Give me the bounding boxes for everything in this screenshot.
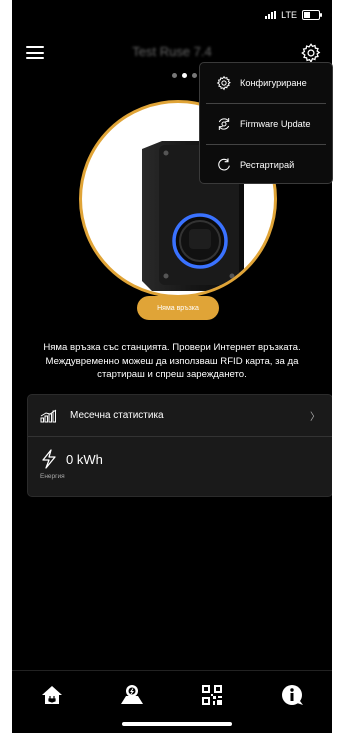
menu-item-restart[interactable]: Рестартирай [206, 145, 326, 185]
status-bar: LTE [265, 10, 322, 20]
nav-info[interactable] [272, 677, 312, 713]
map-icon [121, 685, 143, 704]
refresh-icon [218, 118, 230, 130]
lightning-icon [42, 449, 56, 469]
carousel-dot[interactable] [192, 73, 197, 78]
monthly-stats-label: Месечна статистика [70, 410, 164, 421]
bar-chart-icon [40, 409, 57, 422]
carousel-dot[interactable] [172, 73, 177, 78]
nav-home[interactable] [32, 677, 72, 713]
menu-item-label: Firmware Update [240, 119, 311, 129]
nav-map[interactable] [112, 677, 152, 713]
energy-block: 0 kWh Енергия [28, 437, 332, 480]
signal-icon [265, 11, 277, 19]
home-icon [42, 686, 62, 704]
chevron-right-icon: 〉 [310, 412, 320, 423]
monthly-stats-row[interactable]: Месечна статистика 〉 [28, 395, 332, 437]
carousel-indicator [172, 73, 197, 78]
battery-icon [302, 10, 322, 20]
energy-value: 0 kWh [66, 451, 103, 467]
carousel-dot-active[interactable] [182, 73, 187, 78]
settings-dropdown: Конфигуриране Firmware Update Рестартира… [199, 62, 333, 184]
page-title: Test Ruse 7.4 [132, 44, 212, 59]
network-label: LTE [281, 10, 297, 20]
menu-item-configure[interactable]: Конфигуриране [206, 63, 326, 104]
nav-qr[interactable] [192, 677, 232, 713]
gear-icon [216, 75, 231, 91]
menu-item-label: Конфигуриране [240, 78, 307, 88]
energy-label: Енергия [40, 473, 65, 480]
home-indicator [122, 722, 232, 726]
connection-status-badge: Няма връзка [137, 296, 219, 320]
connection-message: Няма връзка със станцията. Провери Интер… [43, 342, 301, 380]
info-icon [282, 685, 303, 705]
gear-icon[interactable] [300, 42, 322, 64]
bottom-navigation [12, 670, 332, 719]
restart-icon [218, 158, 230, 171]
qr-code-icon [202, 685, 222, 705]
stats-card: Месечна статистика 〉 0 kWh Енергия [27, 394, 332, 497]
menu-item-firmware-update[interactable]: Firmware Update [206, 104, 326, 145]
menu-item-label: Рестартирай [240, 160, 295, 170]
